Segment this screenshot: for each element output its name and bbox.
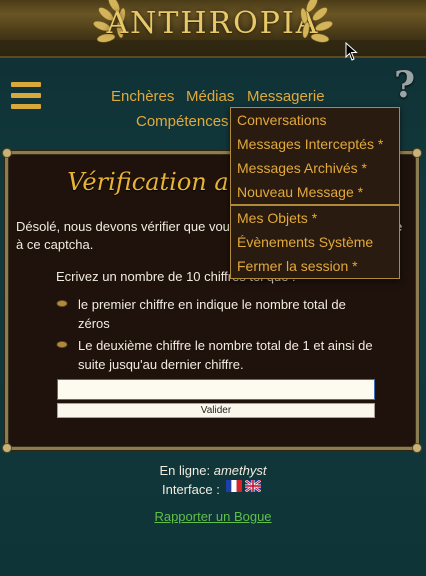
nav-encheres[interactable]: Enchères (111, 88, 174, 105)
menu-item-conversations[interactable]: Conversations (231, 108, 399, 132)
messagerie-dropdown: Conversations Messages Interceptés * Mes… (230, 107, 400, 279)
report-bug-link[interactable]: Rapporter un Bogue (154, 509, 271, 524)
captcha-input[interactable] (57, 379, 375, 400)
corner-rivet (412, 148, 422, 158)
corner-rivet (2, 148, 12, 158)
report-bug: Rapporter un Bogue (0, 508, 426, 526)
site-header: ANTHROPIA (0, 0, 426, 58)
validate-button[interactable]: Valider (57, 403, 375, 418)
brand-title[interactable]: ANTHROPIA (0, 6, 426, 41)
menu-item-messages-interceptes[interactable]: Messages Interceptés * (231, 132, 399, 156)
rule-text: le premier chiffre en indique le nombre … (78, 297, 346, 331)
menu-item-nouveau-message[interactable]: Nouveau Message * (231, 180, 399, 204)
corner-rivet (2, 443, 12, 453)
flag-fr-icon[interactable] (226, 480, 242, 492)
nav-messagerie[interactable]: Messagerie (247, 88, 325, 105)
flag-uk-icon[interactable] (245, 480, 261, 492)
help-icon[interactable]: ? (394, 64, 415, 106)
rule-item: le premier chiffre en indique le nombre … (56, 295, 376, 333)
online-status: En ligne: amethyst (0, 463, 426, 478)
menu-item-messages-archives[interactable]: Messages Archivés * (231, 156, 399, 180)
rule-item: Le deuxième chiffre le nombre total de 1… (56, 336, 376, 374)
mouse-cursor-icon (345, 42, 358, 61)
nav-competences[interactable]: Compétences (136, 113, 229, 130)
dropdown-group-messages: Conversations Messages Interceptés * Mes… (231, 108, 399, 204)
online-user: amethyst (213, 463, 267, 478)
dropdown-group-account: Mes Objets * Évènements Système Fermer l… (231, 204, 399, 278)
corner-rivet (412, 443, 422, 453)
menu-item-mes-objets[interactable]: Mes Objets * (231, 206, 399, 230)
bullet-icon (56, 341, 68, 348)
laurel-right-icon (300, 0, 333, 43)
nav-medias[interactable]: Médias (186, 88, 234, 105)
menu-item-evenements-systeme[interactable]: Évènements Système (231, 230, 399, 254)
bullet-icon (56, 300, 68, 307)
interface-label: Interface : (162, 482, 220, 497)
rule-text: Le deuxième chiffre le nombre total de 1… (78, 338, 373, 372)
menu-hamburger-icon[interactable] (11, 82, 41, 110)
menu-item-fermer-session[interactable]: Fermer la session * (231, 254, 399, 278)
online-label: En ligne: (159, 463, 211, 478)
